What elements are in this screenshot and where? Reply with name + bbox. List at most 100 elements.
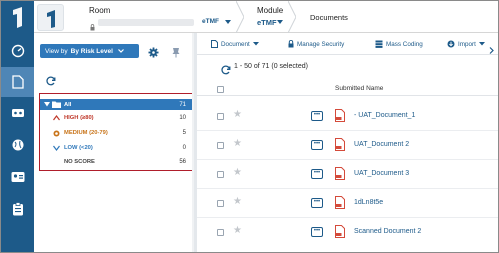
toolbar-label: Mass Coding — [386, 40, 423, 48]
row-checkbox[interactable] — [217, 171, 224, 178]
refresh-icon[interactable] — [46, 73, 56, 91]
tree-node-medium[interactable]: MEDIUM (20-79) 5 — [40, 129, 192, 140]
room-name-redacted — [98, 19, 194, 26]
row-checkbox[interactable] — [217, 229, 224, 236]
document-name-link[interactable]: Scanned Document 2 — [354, 228, 421, 235]
row-checkbox[interactable] — [217, 142, 224, 149]
row-actions-button[interactable]: ••• — [311, 227, 323, 237]
nav-documents[interactable] — [1, 67, 34, 97]
tree-node-count: 56 — [179, 159, 186, 165]
id-card-icon — [11, 172, 24, 182]
table-row[interactable]: ★ ••• 1dLn8t5e — [197, 190, 498, 218]
lock-icon — [288, 40, 294, 48]
toolbar-overflow-chevron-icon[interactable] — [489, 41, 494, 59]
import-icon — [447, 40, 455, 48]
row-actions-button[interactable]: ••• — [311, 140, 323, 150]
tree-node-high[interactable]: HIGH (≥80) 10 — [40, 114, 192, 125]
row-actions-button[interactable]: ••• — [311, 198, 323, 208]
caret-down-icon — [478, 42, 485, 46]
nav-tasks[interactable] — [1, 195, 34, 223]
chevron-down-icon — [53, 145, 60, 153]
row-checkbox[interactable] — [217, 200, 224, 207]
page-title: Documents — [310, 13, 348, 22]
collapse-caret-icon[interactable] — [44, 102, 50, 109]
arrow-up-icon — [53, 115, 60, 123]
tree-node-count: 10 — [179, 115, 186, 121]
stack-icon — [375, 40, 383, 48]
risk-level-tree: All 71 HIGH (≥80) 10 MEDIUM (20-79) 5 LO… — [39, 93, 194, 171]
row-actions-button[interactable]: ••• — [311, 169, 323, 179]
room-dropdown-caret-icon[interactable] — [225, 20, 231, 24]
module-dropdown-caret-icon[interactable] — [277, 20, 283, 24]
row-checkbox[interactable] — [217, 113, 224, 120]
app-window: Room eTMF Module eTMF Documents View by … — [0, 0, 499, 253]
table-row[interactable]: ★ ••• UAT_Document 2 — [197, 132, 498, 160]
clipboard-icon — [12, 202, 23, 216]
module-value[interactable]: eTMF — [257, 18, 277, 27]
app-logo[interactable] — [1, 1, 34, 33]
top-header: Room eTMF Module eTMF Documents — [1, 1, 498, 33]
tree-node-count: 5 — [182, 130, 186, 136]
tree-node-count: 71 — [179, 101, 186, 108]
table-row[interactable]: ★ ••• Scanned Document 2 — [197, 219, 498, 247]
nav-network[interactable] — [1, 99, 34, 127]
medium-dot-icon — [53, 130, 60, 139]
mass-coding-button[interactable]: Mass Coding — [375, 40, 423, 48]
star-icon[interactable]: ★ — [233, 225, 242, 236]
view-by-value: By Risk Level — [70, 47, 113, 55]
nav-contacts[interactable] — [1, 163, 34, 191]
import-menu-button[interactable]: Import — [447, 40, 485, 48]
left-navigation — [1, 33, 34, 252]
star-icon[interactable]: ★ — [233, 167, 242, 178]
document-list-area: Document Manage Security Mass Coding Imp… — [197, 33, 498, 252]
pdf-file-icon — [335, 109, 345, 127]
gauge-icon — [11, 44, 24, 58]
tree-node-label: All — [64, 101, 72, 108]
folder-icon — [52, 101, 61, 110]
gear-icon[interactable] — [148, 45, 159, 63]
document-name-link[interactable]: - UAT_Document_1 — [354, 112, 415, 119]
pdf-file-icon — [335, 196, 345, 214]
nav-dashboard[interactable] — [1, 37, 34, 65]
document-name-link[interactable]: 1dLn8t5e — [354, 199, 383, 206]
row-actions-button[interactable]: ••• — [311, 111, 323, 121]
pdf-file-icon — [335, 138, 345, 156]
room-logo-tile — [37, 4, 64, 31]
document-name-link[interactable]: UAT_Document 3 — [354, 170, 409, 177]
list-header: Submitted Name — [197, 80, 498, 96]
refresh-icon[interactable] — [221, 62, 231, 80]
tree-node-label: HIGH (≥80) — [64, 115, 94, 121]
tree-node-label: LOW (<20) — [64, 145, 93, 151]
table-row[interactable]: ★ ••• - UAT_Document_1 — [197, 103, 498, 131]
brand-mark-icon — [47, 10, 55, 28]
nav-global[interactable] — [1, 131, 34, 159]
star-icon[interactable]: ★ — [233, 196, 242, 207]
tree-node-label: MEDIUM (20-79) — [64, 130, 108, 136]
toolbar-label: Document — [221, 40, 250, 48]
tree-node-low[interactable]: LOW (<20) 0 — [40, 144, 192, 155]
star-icon[interactable]: ★ — [233, 109, 242, 120]
network-icon — [11, 109, 24, 117]
column-submitted-name[interactable]: Submitted Name — [335, 85, 383, 92]
document-menu-button[interactable]: Document — [211, 40, 259, 48]
room-label: Room — [89, 6, 111, 15]
star-icon[interactable]: ★ — [233, 138, 242, 149]
tree-node-all[interactable]: All 71 — [40, 99, 192, 110]
table-row[interactable]: ★ ••• UAT_Document 3 — [197, 161, 498, 189]
document-name-link[interactable]: UAT_Document 2 — [354, 141, 409, 148]
pdf-file-icon — [335, 167, 345, 185]
caret-down-icon — [252, 42, 259, 46]
toolbar-label: Manage Security — [297, 40, 345, 48]
tree-node-count: 0 — [182, 145, 186, 151]
view-by-dropdown[interactable]: View by By Risk Level — [40, 44, 139, 58]
pin-icon[interactable] — [172, 45, 180, 63]
pdf-file-icon — [335, 225, 345, 243]
manage-security-button[interactable]: Manage Security — [288, 40, 344, 48]
document-icon — [11, 75, 24, 89]
tree-node-no-score[interactable]: NO SCORE 56 — [40, 158, 192, 169]
module-label: Module — [257, 6, 284, 15]
room-tag: eTMF — [202, 18, 219, 25]
select-all-checkbox[interactable] — [217, 86, 224, 93]
chevron-down-icon — [118, 48, 124, 55]
breadcrumb-separator-icon — [288, 1, 296, 33]
